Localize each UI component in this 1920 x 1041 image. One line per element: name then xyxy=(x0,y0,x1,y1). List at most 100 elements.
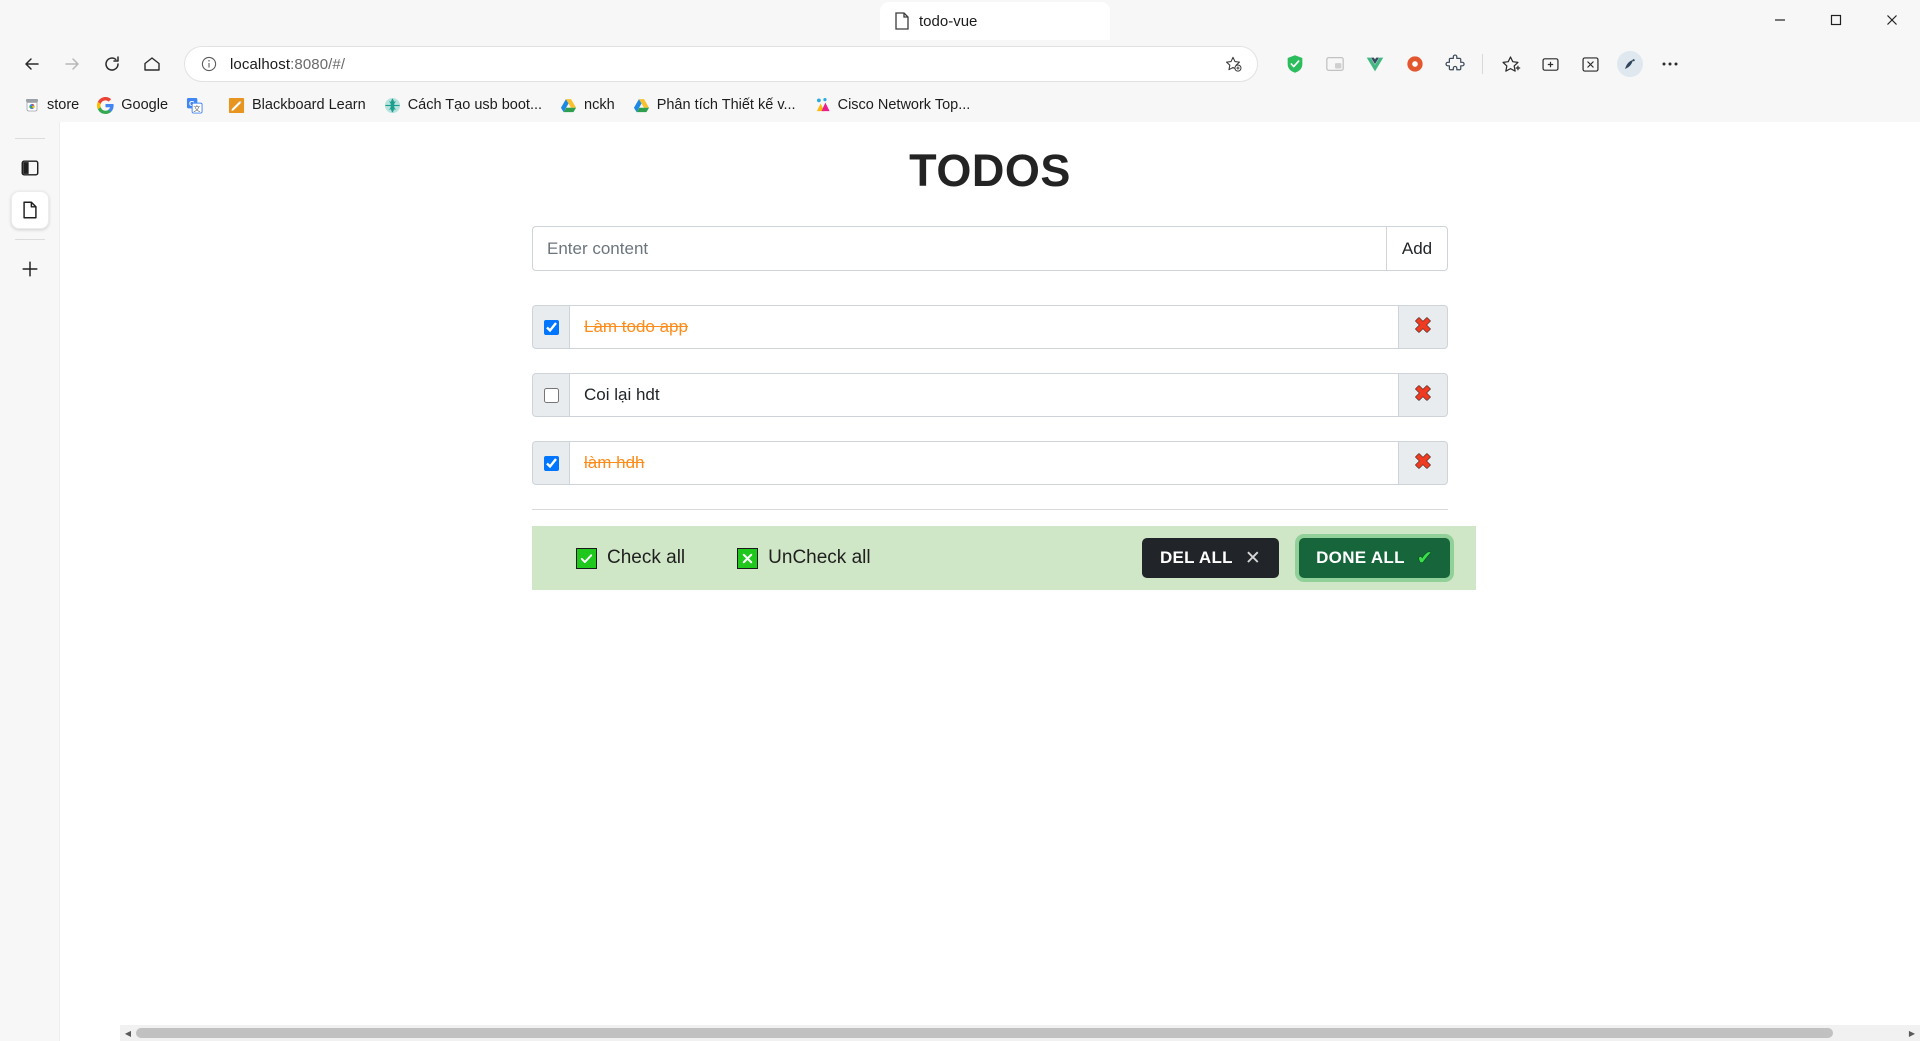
check-icon: ✔ xyxy=(1416,546,1433,569)
bookmark-cisco-network-top[interactable]: Cisco Network Top... xyxy=(805,93,980,118)
bookmark-blackboard-learn[interactable]: Blackboard Learn xyxy=(219,93,375,118)
sidebar-add-icon[interactable] xyxy=(11,250,49,288)
sidebar-divider-bottom xyxy=(14,239,45,240)
bookmark-phan-tich-thiet-ke[interactable]: Phân tích Thiết kế v... xyxy=(624,93,805,118)
todo-checkbox[interactable] xyxy=(543,455,559,471)
browser-viewport: TODOS Add Làm todo app ✖ xyxy=(0,122,1920,1041)
todo-checkbox-wrapper[interactable] xyxy=(532,305,570,349)
check-all-label: Check all xyxy=(607,547,686,568)
profile-avatar-icon[interactable] xyxy=(1611,45,1649,83)
todo-text[interactable]: làm hdh xyxy=(570,441,1398,485)
sidebar-page-icon[interactable] xyxy=(10,191,49,229)
info-circle-icon[interactable] xyxy=(199,54,219,74)
collections-icon[interactable] xyxy=(1531,45,1569,83)
bookmark-cach-tao-usb-boot[interactable]: Cách Tạo usb boot... xyxy=(375,93,551,118)
new-todo-input[interactable] xyxy=(532,226,1386,271)
settings-more-icon[interactable] xyxy=(1651,45,1689,83)
todo-list: Làm todo app ✖ Coi lại hdt ✖ làm hdh ✖ xyxy=(532,305,1448,485)
todo-text[interactable]: Coi lại hdt xyxy=(570,373,1398,417)
check-all-action[interactable]: Check all xyxy=(576,547,685,569)
page-title: TODOS xyxy=(909,145,1071,196)
vue-devtools-icon[interactable] xyxy=(1356,45,1394,83)
delete-all-button[interactable]: DEL ALL ✕ xyxy=(1141,538,1280,578)
sidebar-divider-top xyxy=(14,138,45,139)
delete-todo-button[interactable]: ✖ xyxy=(1398,305,1448,349)
close-icon[interactable] xyxy=(1864,0,1920,40)
tab-title: todo-vue xyxy=(919,12,978,30)
bookmark-nckh[interactable]: nckh xyxy=(551,93,624,118)
scrollbar-thumb[interactable] xyxy=(136,1028,1834,1038)
cisco-packet-tracer-icon xyxy=(814,97,831,114)
delete-all-label: DEL ALL xyxy=(1159,548,1233,567)
bookmark-store[interactable]: store xyxy=(14,93,88,118)
bookmark-google-translate[interactable]: G 文 xyxy=(177,93,219,118)
maximize-icon[interactable] xyxy=(1808,0,1864,40)
bookmark-label: store xyxy=(47,97,80,113)
add-button[interactable]: Add xyxy=(1386,226,1448,271)
window-controls xyxy=(1752,0,1920,40)
todo-checkbox[interactable] xyxy=(543,387,559,403)
blackboard-icon xyxy=(228,97,245,114)
red-x-icon: ✖ xyxy=(1413,382,1433,407)
todo-checkbox-wrapper[interactable] xyxy=(532,441,570,485)
url-path: :8080/#/ xyxy=(290,55,346,73)
scroll-left-icon[interactable]: ◀ xyxy=(120,1025,136,1041)
extensions-tray xyxy=(1270,45,1689,83)
bookmark-label: Google xyxy=(121,97,169,113)
todo-checkbox-wrapper[interactable] xyxy=(532,373,570,417)
url-host: localhost xyxy=(230,55,291,73)
toolbar-divider xyxy=(1482,54,1483,74)
section-divider xyxy=(532,509,1448,510)
uncheck-all-action[interactable]: UnCheck all xyxy=(737,547,871,569)
bulk-check-actions: Check all UnCheck all xyxy=(576,547,871,569)
extensions-puzzle-icon[interactable] xyxy=(1436,45,1474,83)
table-row: Làm todo app ✖ xyxy=(532,305,1448,349)
google-translate-icon: G 文 xyxy=(186,97,203,114)
star-add-icon[interactable] xyxy=(1221,52,1245,76)
todo-text[interactable]: Làm todo app xyxy=(570,305,1398,349)
add-todo-form: Add xyxy=(532,226,1448,271)
svg-text:文: 文 xyxy=(193,104,200,113)
document-icon xyxy=(894,12,910,30)
delete-todo-button[interactable]: ✖ xyxy=(1398,441,1448,485)
scrollbar-track[interactable] xyxy=(136,1025,1904,1041)
edge-vertical-tabs-sidebar xyxy=(0,122,60,1041)
title-bar: todo-vue xyxy=(0,0,1920,40)
green-check-box-icon xyxy=(576,547,597,569)
navigation-bar: localhost:8080/#/ xyxy=(0,40,1920,88)
done-all-button[interactable]: DONE ALL ✔ xyxy=(1299,538,1450,578)
collections-favorites-icon[interactable] xyxy=(1491,45,1529,83)
bookmark-google[interactable]: Google xyxy=(88,93,177,118)
table-row: làm hdh ✖ xyxy=(532,441,1448,485)
address-bar[interactable]: localhost:8080/#/ xyxy=(184,46,1258,82)
sidebar-copilot-icon[interactable] xyxy=(11,149,49,187)
chrome-store-icon xyxy=(23,97,40,114)
browser-tab[interactable]: todo-vue xyxy=(880,2,1110,40)
office-icon[interactable] xyxy=(1571,45,1609,83)
refresh-icon[interactable] xyxy=(94,46,130,82)
bookmark-label: Cách Tạo usb boot... xyxy=(407,97,543,113)
home-icon[interactable] xyxy=(134,46,170,82)
bookmarks-bar: store Google G 文 xyxy=(0,88,1920,122)
google-icon xyxy=(97,96,114,114)
google-drive-icon xyxy=(560,97,577,114)
picture-in-picture-icon[interactable] xyxy=(1316,45,1354,83)
done-all-label: DONE ALL xyxy=(1316,548,1405,567)
shield-green-icon[interactable] xyxy=(1276,45,1314,83)
todo-checkbox[interactable] xyxy=(543,319,559,335)
url-text[interactable]: localhost:8080/#/ xyxy=(230,56,1221,73)
adblock-icon[interactable] xyxy=(1396,45,1434,83)
back-arrow-icon[interactable] xyxy=(14,46,50,82)
minimize-icon[interactable] xyxy=(1752,0,1808,40)
horizontal-scrollbar[interactable]: ◀ ▶ xyxy=(120,1025,1920,1041)
bookmark-label: Phân tích Thiết kế v... xyxy=(656,97,796,113)
bulk-buttons: DEL ALL ✕ DONE ALL ✔ xyxy=(1141,538,1450,578)
todo-app: TODOS Add Làm todo app ✖ xyxy=(532,122,1476,590)
scroll-right-icon[interactable]: ▶ xyxy=(1904,1025,1920,1041)
red-x-icon: ✖ xyxy=(1413,450,1433,475)
delete-todo-button[interactable]: ✖ xyxy=(1398,373,1448,417)
x-icon: ✕ xyxy=(1244,546,1262,569)
uncheck-all-label: UnCheck all xyxy=(768,547,871,568)
bulk-actions-bar: Check all UnCheck all DEL ALL ✕ DONE ALL… xyxy=(532,526,1476,590)
red-x-icon: ✖ xyxy=(1413,314,1433,339)
